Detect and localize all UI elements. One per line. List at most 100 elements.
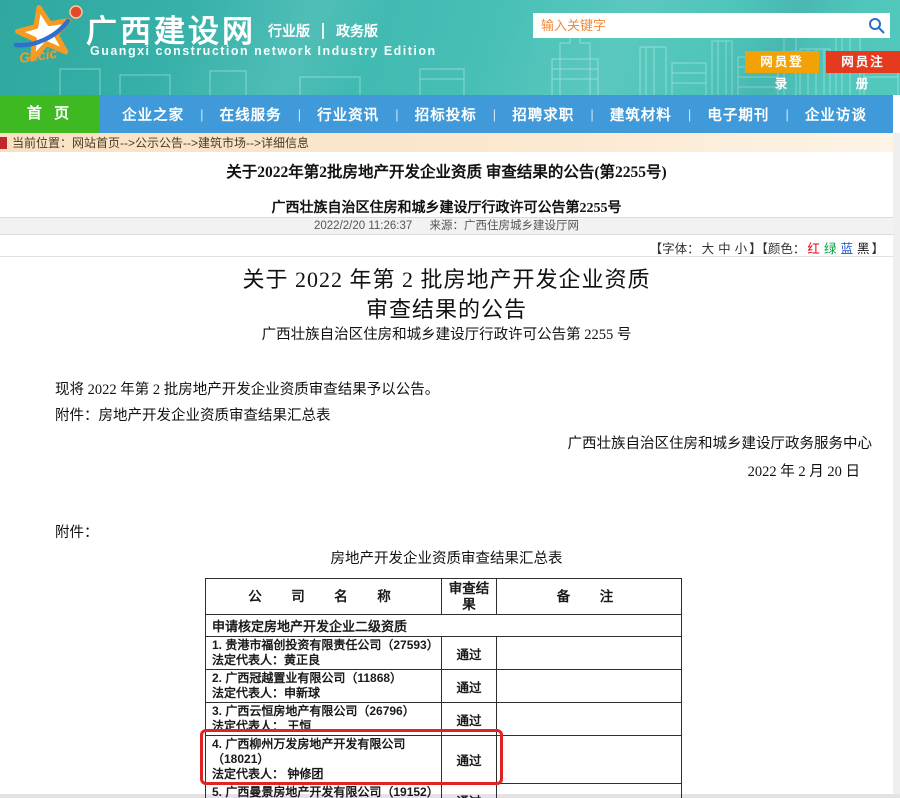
nav-separator: | bbox=[590, 107, 593, 122]
table-row: 5. 广西曼景房地产开发有限公司（19152）法定代表人： 陈焕进通过 bbox=[206, 784, 682, 798]
legal-representative: 法定代表人： 钟修团 bbox=[212, 767, 435, 782]
remark-cell bbox=[497, 736, 682, 784]
font-control-suffix: 】 bbox=[749, 242, 762, 256]
nav-item-online-services[interactable]: 在线服务 bbox=[220, 104, 282, 125]
article-source: 来源：广西住房城乡建设厅网 bbox=[429, 220, 579, 232]
table-row: 2. 广西冠越置业有限公司（11868）法定代表人：申新球通过 bbox=[206, 670, 682, 703]
nav-item-home[interactable]: 首 页 bbox=[0, 95, 100, 133]
nav-item-enterprise-interview[interactable]: 企业访谈 bbox=[805, 104, 867, 125]
remark-cell bbox=[497, 637, 682, 670]
result-table: 公 司 名 称 审查结果 备 注 申请核定房地产开发企业二级资质 1. 贵港市福… bbox=[205, 578, 682, 798]
column-header-result: 审查结果 bbox=[442, 579, 497, 615]
signature-organization: 广西壮族自治区住房和城乡建设厅政务服务中心 bbox=[568, 432, 873, 453]
review-result-cell: 通过 bbox=[442, 784, 497, 798]
company-name: 5. 广西曼景房地产开发有限公司（19152） bbox=[212, 785, 435, 798]
article-paragraph: 现将 2022 年第 2 批房地产开发企业资质审查结果予以公告。 bbox=[55, 378, 439, 399]
company-name: 4. 广西柳州万发房地产开发有限公司（18021） bbox=[212, 737, 435, 767]
legal-representative: 法定代表人：申新球 bbox=[212, 686, 435, 701]
page-title: 关于2022年第2批房地产开发企业资质 审查结果的公告(第2255号) bbox=[0, 160, 893, 182]
logo-wordmark: Gxcic bbox=[18, 45, 58, 66]
table-section-header: 申请核定房地产开发企业二级资质 bbox=[206, 615, 682, 637]
breadcrumb-bar: 当前位置：网站首页-->公示公告-->建筑市场-->详细信息 bbox=[0, 133, 900, 152]
color-red-button[interactable]: 红 bbox=[807, 242, 820, 256]
article-doc-number: 广西壮族自治区住房和城乡建设厅行政许可公告第 2255 号 bbox=[0, 323, 893, 344]
attachment-label: 附件： bbox=[55, 521, 99, 542]
main-nav: 首 页 企业之家 | 在线服务 | 行业资讯 | 招标投标 | 招聘求职 | 建筑材料 | … bbox=[0, 95, 893, 133]
view-controls: 【字体：大中小】【颜色：红绿蓝黑】 bbox=[650, 238, 884, 257]
company-cell: 2. 广西冠越置业有限公司（11868）法定代表人：申新球 bbox=[206, 670, 442, 703]
article-headline-line2: 审查结果的公告 bbox=[0, 292, 893, 324]
page-subtitle: 广西壮族自治区住房和城乡建设厅行政许可公告第2255号 bbox=[0, 197, 893, 217]
remark-cell bbox=[497, 670, 682, 703]
color-black-button[interactable]: 黑 bbox=[857, 242, 870, 256]
company-cell: 3. 广西云恒房地产有限公司（26796）法定代表人： 王恒 bbox=[206, 703, 442, 736]
nav-items: 企业之家 | 在线服务 | 行业资讯 | 招标投标 | 招聘求职 | 建筑材料 | 电子期刊… bbox=[100, 95, 893, 133]
font-size-medium-button[interactable]: 中 bbox=[718, 242, 731, 256]
nav-item-industry-news[interactable]: 行业资讯 bbox=[317, 104, 379, 125]
nav-separator: | bbox=[395, 107, 398, 122]
breadcrumb-red-marker bbox=[0, 137, 7, 149]
table-row: 1. 贵港市福创投资有限责任公司（27593）法定代表人：黄正良通过 bbox=[206, 637, 682, 670]
legal-representative: 法定代表人：黄正良 bbox=[212, 653, 435, 668]
font-control-prefix: 【字体： bbox=[650, 242, 700, 256]
member-register-button[interactable]: 网员注册 bbox=[826, 51, 900, 73]
legal-representative: 法定代表人： 王恒 bbox=[212, 719, 435, 734]
color-blue-button[interactable]: 蓝 bbox=[840, 242, 853, 256]
review-result-cell: 通过 bbox=[442, 637, 497, 670]
page-right-gutter bbox=[893, 133, 900, 798]
color-control-suffix: 】 bbox=[871, 242, 884, 256]
nav-separator: | bbox=[200, 107, 203, 122]
page: Gxcic 广西建设网行业版政务版 Guangxi construction n… bbox=[0, 0, 900, 798]
search-button[interactable] bbox=[862, 13, 890, 38]
font-size-small-button[interactable]: 小 bbox=[735, 242, 748, 256]
nav-separator: | bbox=[298, 107, 301, 122]
attachment-table-title: 房地产开发企业资质审查结果汇总表 bbox=[0, 547, 893, 568]
font-size-large-button[interactable]: 大 bbox=[702, 242, 715, 256]
nav-separator: | bbox=[688, 107, 691, 122]
nav-item-recruitment[interactable]: 招聘求职 bbox=[512, 104, 574, 125]
article-meta-bar: 2022/2/20 11:26:37 来源：广西住房城乡建设厅网 bbox=[0, 217, 893, 235]
search-box bbox=[533, 13, 890, 38]
search-input[interactable] bbox=[533, 13, 862, 38]
company-name: 1. 贵港市福创投资有限责任公司（27593） bbox=[212, 638, 435, 653]
nav-separator: | bbox=[785, 107, 788, 122]
column-header-remark: 备 注 bbox=[497, 579, 682, 615]
breadcrumb[interactable]: 当前位置：网站首页-->公示公告-->建筑市场-->详细信息 bbox=[12, 134, 309, 151]
table-row: 3. 广西云恒房地产有限公司（26796）法定代表人： 王恒通过 bbox=[206, 703, 682, 736]
attachment-reference-line: 附件：房地产开发企业资质审查结果汇总表 bbox=[55, 404, 331, 425]
nav-item-enterprise-home[interactable]: 企业之家 bbox=[122, 104, 184, 125]
nav-item-bidding[interactable]: 招标投标 bbox=[415, 104, 477, 125]
company-cell: 1. 贵港市福创投资有限责任公司（27593）法定代表人：黄正良 bbox=[206, 637, 442, 670]
site-logo[interactable]: Gxcic bbox=[4, 1, 90, 71]
company-name: 3. 广西云恒房地产有限公司（26796） bbox=[212, 704, 435, 719]
signature-date: 2022 年 2 月 20 日 bbox=[748, 460, 860, 481]
nav-item-building-materials[interactable]: 建筑材料 bbox=[610, 104, 672, 125]
section-divider bbox=[0, 256, 893, 257]
company-cell: 5. 广西曼景房地产开发有限公司（19152）法定代表人： 陈焕进 bbox=[206, 784, 442, 798]
table-row: 4. 广西柳州万发房地产开发有限公司（18021）法定代表人： 钟修团通过 bbox=[206, 736, 682, 784]
nav-separator: | bbox=[493, 107, 496, 122]
color-control-prefix: 【颜色： bbox=[762, 242, 806, 256]
table-header-row: 公 司 名 称 审查结果 备 注 bbox=[206, 579, 682, 615]
review-result-cell: 通过 bbox=[442, 736, 497, 784]
company-cell: 4. 广西柳州万发房地产开发有限公司（18021）法定代表人： 钟修团 bbox=[206, 736, 442, 784]
edition-industry-link[interactable]: 行业版 bbox=[268, 23, 310, 39]
member-login-button[interactable]: 网员登录 bbox=[745, 51, 819, 73]
company-name: 2. 广西冠越置业有限公司（11868） bbox=[212, 671, 435, 686]
column-header-company: 公 司 名 称 bbox=[206, 579, 442, 615]
review-result-cell: 通过 bbox=[442, 670, 497, 703]
logo-red-dot bbox=[70, 6, 82, 18]
result-table-wrap: 公 司 名 称 审查结果 备 注 申请核定房地产开发企业二级资质 1. 贵港市福… bbox=[205, 578, 681, 798]
site-header: Gxcic 广西建设网行业版政务版 Guangxi construction n… bbox=[0, 0, 900, 95]
edition-gov-link[interactable]: 政务版 bbox=[322, 23, 378, 39]
review-result-cell: 通过 bbox=[442, 703, 497, 736]
color-green-button[interactable]: 绿 bbox=[824, 242, 837, 256]
article-headline-line1: 关于 2022 年第 2 批房地产开发企业资质 bbox=[0, 262, 893, 294]
table-section-row: 申请核定房地产开发企业二级资质 bbox=[206, 615, 682, 637]
header-account-buttons: 网员登录 网员注册 bbox=[745, 51, 900, 73]
search-icon bbox=[868, 17, 885, 34]
remark-cell bbox=[497, 784, 682, 798]
remark-cell bbox=[497, 703, 682, 736]
nav-item-e-journal[interactable]: 电子期刊 bbox=[707, 104, 769, 125]
site-title-english: Guangxi construction network Industry Ed… bbox=[90, 44, 437, 58]
